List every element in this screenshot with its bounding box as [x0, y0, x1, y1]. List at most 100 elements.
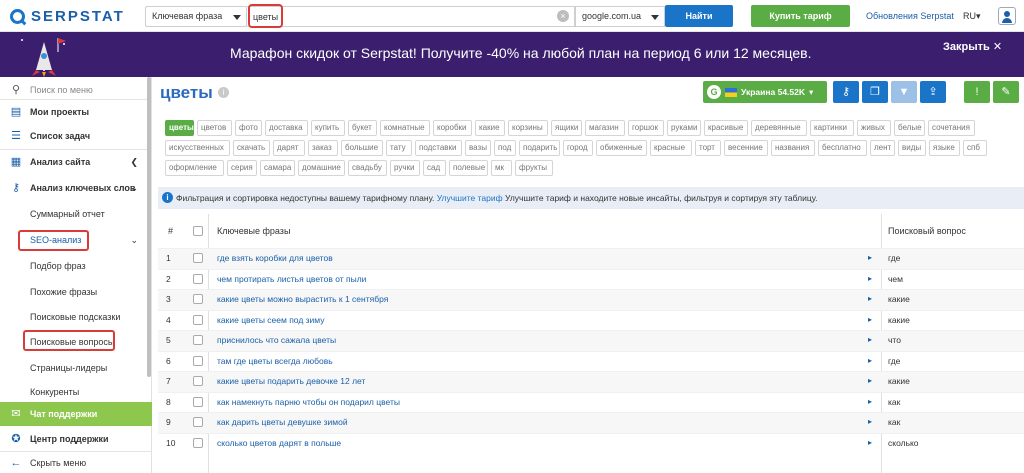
chevron-right-icon[interactable]: ▸	[868, 335, 872, 344]
keyword-tag[interactable]: спб	[963, 140, 987, 156]
keyword-tag[interactable]: большие	[341, 140, 383, 156]
sidebar-item-similar-phrases[interactable]: Похожие фразы	[0, 279, 152, 305]
keyword-tag[interactable]: обиженные	[596, 140, 647, 156]
keyword-tag[interactable]: искусственных	[165, 140, 230, 156]
sidebar-item-help-center[interactable]: ✪ Центр поддержки	[0, 426, 152, 452]
keyword-tag[interactable]: домашние	[298, 160, 345, 176]
keyword-link[interactable]: как намекнуть парню чтобы он подарил цве…	[217, 397, 400, 407]
chevron-right-icon[interactable]: ▸	[868, 294, 872, 303]
keyword-link[interactable]: сколько цветов дарят в польше	[217, 438, 341, 448]
row-checkbox[interactable]	[193, 355, 203, 366]
keyword-tag[interactable]: весенние	[724, 140, 768, 156]
keyword-tag[interactable]: виды	[898, 140, 926, 156]
chevron-right-icon[interactable]: ▸	[868, 417, 872, 426]
keyword-link[interactable]: как дарить цветы девушке зимой	[217, 417, 348, 427]
region-select-button[interactable]: G Украина 54.52K ▾	[703, 81, 827, 103]
keyword-tag[interactable]: ручки	[390, 160, 420, 176]
keyword-tag[interactable]: красные	[650, 140, 692, 156]
sidebar-item-my-projects[interactable]: ▤ Мои проекты	[0, 99, 152, 125]
feedback-button[interactable]: ✎	[993, 81, 1019, 103]
keyword-tag[interactable]: фото	[235, 120, 262, 136]
keyword-tag[interactable]: букет	[348, 120, 377, 136]
keyword-tag[interactable]: языке	[929, 140, 960, 156]
upgrade-link[interactable]: Улучшите тариф	[437, 193, 503, 203]
keyword-tag[interactable]: цветов	[197, 120, 232, 136]
row-checkbox[interactable]	[193, 253, 203, 263]
keyword-link[interactable]: какие цветы можно вырастить к 1 сентября	[217, 294, 388, 304]
sidebar-item-site-analysis[interactable]: ▦ Анализ сайта ❮	[0, 149, 152, 175]
chevron-right-icon[interactable]: ▸	[868, 438, 872, 447]
chevron-right-icon[interactable]: ▸	[868, 315, 872, 324]
keyword-tag[interactable]: серия	[227, 160, 257, 176]
sidebar-item-phrase-selection[interactable]: Подбор фраз	[0, 253, 152, 279]
export-button[interactable]: ⇪	[920, 81, 946, 103]
clear-icon[interactable]: ×	[557, 10, 569, 22]
search-type-select[interactable]: Ключевая фраза	[145, 6, 247, 27]
keyword-tag[interactable]: торт	[695, 140, 721, 156]
keyword-tag[interactable]: дарят	[273, 140, 305, 156]
report-error-button[interactable]: !	[964, 81, 990, 103]
keyword-link[interactable]: какие цветы сеем под зиму	[217, 315, 325, 325]
keyword-tag[interactable]: комнатные	[380, 120, 430, 136]
keyword-tag[interactable]: оформление	[165, 160, 224, 176]
keyword-tag[interactable]: ящики	[551, 120, 582, 136]
chevron-right-icon[interactable]: ▸	[868, 397, 872, 406]
keyword-tag[interactable]: самара	[260, 160, 295, 176]
keyword-tag[interactable]: вазы	[465, 140, 491, 156]
api-key-button[interactable]: ⚷	[833, 81, 859, 103]
sidebar-scrollbar[interactable]	[147, 77, 151, 377]
find-button[interactable]: Найти	[665, 5, 733, 27]
keyword-tag[interactable]: подставки	[415, 140, 462, 156]
keyword-tag[interactable]: фрукты	[515, 160, 553, 176]
column-header-keywords[interactable]: Ключевые фразы	[217, 214, 290, 248]
keyword-tag[interactable]: коробки	[433, 120, 472, 136]
row-checkbox[interactable]	[193, 314, 203, 325]
row-checkbox[interactable]	[193, 335, 203, 345]
keyword-tag[interactable]: подарить	[519, 140, 560, 156]
row-checkbox[interactable]	[193, 294, 203, 304]
search-input[interactable]	[247, 6, 575, 27]
select-all-checkbox[interactable]	[193, 226, 203, 236]
sidebar-item-support-chat[interactable]: ✉ Чат поддержки	[0, 402, 152, 426]
row-checkbox[interactable]	[193, 417, 203, 427]
user-icon[interactable]	[998, 7, 1016, 25]
banner-close-button[interactable]: Закрыть ✕	[943, 40, 1002, 53]
keyword-tag[interactable]: полевые	[449, 160, 488, 176]
chevron-right-icon[interactable]: ▸	[868, 356, 872, 365]
column-header-question[interactable]: Поисковый вопрос	[888, 214, 966, 248]
serpstat-logo[interactable]: SERPSTAT	[10, 7, 125, 25]
chevron-right-icon[interactable]: ▸	[868, 376, 872, 385]
keyword-tag[interactable]: бесплатно	[818, 140, 867, 156]
keyword-tag[interactable]: доставка	[265, 120, 308, 136]
keyword-tag[interactable]: сад	[423, 160, 446, 176]
updates-link[interactable]: Обновления Serpstat	[866, 11, 954, 21]
keyword-tag[interactable]: заказ	[308, 140, 338, 156]
sidebar-item-summary-report[interactable]: Суммарный отчет	[0, 201, 152, 227]
language-select[interactable]: RU▾	[963, 11, 981, 22]
keyword-tag[interactable]: цветы	[165, 120, 194, 136]
sidebar-item-top-pages[interactable]: Страницы-лидеры	[0, 355, 152, 381]
keyword-tag[interactable]: сочетания	[928, 120, 975, 136]
keyword-tag[interactable]: какие	[475, 120, 505, 136]
keyword-tag[interactable]: деревянные	[751, 120, 807, 136]
keyword-tag[interactable]: белые	[894, 120, 925, 136]
keyword-tag[interactable]: лент	[870, 140, 895, 156]
keyword-link[interactable]: чем протирать листья цветов от пыли	[217, 274, 366, 284]
buy-plan-button[interactable]: Купить тариф	[751, 5, 850, 27]
keyword-tag[interactable]: красивые	[704, 120, 748, 136]
keyword-link[interactable]: приснилось что сажала цветы	[217, 335, 336, 345]
keyword-tag[interactable]: горшок	[628, 120, 664, 136]
sidebar-item-task-list[interactable]: ☰ Список задач	[0, 123, 152, 149]
keyword-tag[interactable]: под	[494, 140, 516, 156]
keyword-tag[interactable]: живых	[857, 120, 891, 136]
keyword-tag[interactable]: купить	[311, 120, 345, 136]
sidebar-item-search-suggestions[interactable]: Поисковые подсказки	[0, 304, 152, 330]
copy-button[interactable]: ❐	[862, 81, 888, 103]
row-checkbox[interactable]	[193, 376, 203, 386]
keyword-tag[interactable]: тату	[386, 140, 412, 156]
keyword-link[interactable]: где взять коробки для цветов	[217, 253, 333, 263]
keyword-link[interactable]: какие цветы подарить девочке 12 лет	[217, 376, 365, 386]
keyword-tag[interactable]: город	[563, 140, 593, 156]
info-icon[interactable]: i	[218, 87, 229, 98]
sidebar-item-keyword-analysis[interactable]: ⚷ Анализ ключевых слов ⌄	[0, 175, 152, 201]
